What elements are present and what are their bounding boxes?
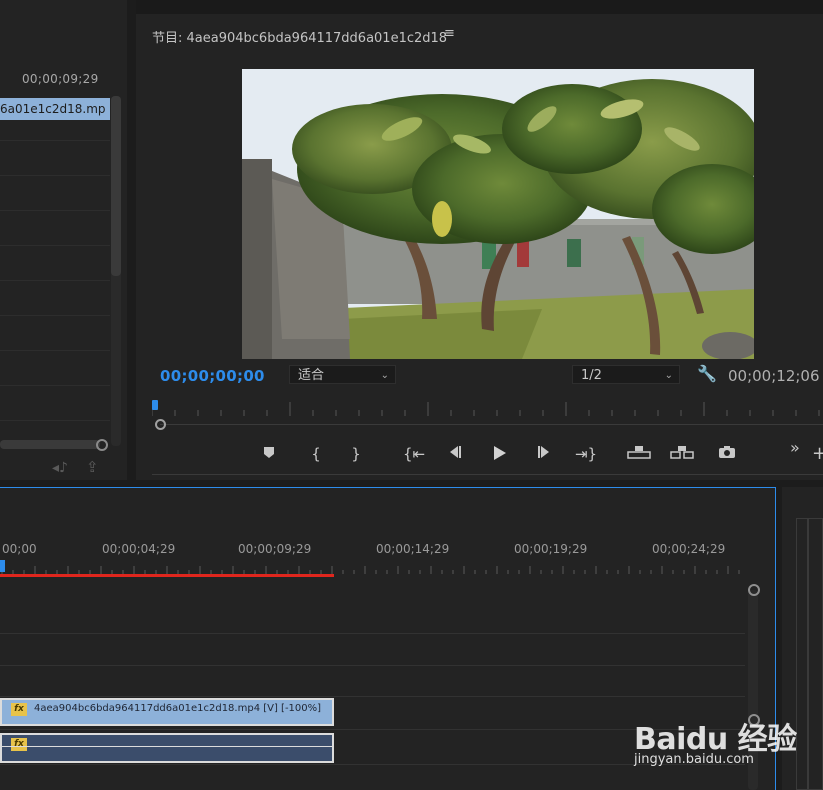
fx-badge: fx — [11, 738, 27, 751]
mark-out-icon[interactable]: } — [346, 445, 366, 463]
timeline-scroll-handle[interactable] — [748, 584, 760, 596]
button-editor-button[interactable]: + — [812, 443, 823, 464]
playback-resolution-value: 1/2 — [581, 368, 602, 383]
video-clip-label: 4aea904bc6bda964117dd6a01e1c2d18.mp4 [V]… — [34, 703, 322, 714]
track-divider — [0, 665, 745, 666]
fit-zoom-dropdown[interactable]: 适合 ⌄ — [289, 365, 396, 384]
program-monitor-title: 节目: 4aea904bc6bda964117dd6a01e1c2d18 — [152, 31, 448, 46]
audio-icon[interactable]: ◂♪ — [52, 460, 68, 476]
extract-icon[interactable] — [670, 445, 694, 463]
render-status-bar — [0, 574, 334, 577]
playback-resolution-dropdown[interactable]: 1/2 ⌄ — [572, 365, 680, 384]
zoom-scroll-handle[interactable] — [155, 419, 166, 430]
source-row-divider — [0, 280, 110, 281]
audio-meter-right — [808, 518, 823, 790]
top-strip — [136, 0, 823, 14]
more-controls-button[interactable]: » — [790, 438, 800, 457]
source-row-divider — [0, 140, 110, 141]
source-row-divider — [0, 420, 110, 421]
chevron-down-icon: ⌄ — [380, 370, 389, 381]
timeline-ruler-label: 00;00;14;29 — [376, 542, 450, 556]
play-icon[interactable] — [489, 445, 509, 465]
source-row-divider — [0, 315, 110, 316]
lift-icon[interactable] — [627, 445, 651, 463]
audio-meter-left — [796, 518, 808, 790]
source-row-divider — [0, 210, 110, 211]
timeline-ruler-label: 00;00;19;29 — [514, 542, 588, 556]
fx-badge: fx — [11, 703, 27, 716]
export-icon[interactable]: ⇪ — [86, 458, 99, 476]
timeline-ruler-label: 00;00;04;29 — [102, 542, 176, 556]
source-scrollbar-thumb[interactable] — [111, 96, 121, 276]
program-playhead[interactable] — [152, 400, 158, 410]
program-time-ruler[interactable] — [152, 400, 823, 418]
baidu-watermark-url: jingyan.baidu.com — [634, 752, 754, 767]
track-divider — [0, 696, 745, 697]
timeline-ruler-label: 00;00 — [2, 542, 37, 556]
source-zoom-handle[interactable] — [96, 439, 108, 451]
video-frame-image — [242, 69, 754, 359]
timeline-playhead[interactable] — [0, 560, 5, 572]
mark-in-icon[interactable]: { — [306, 445, 326, 463]
audio-waveform-line — [2, 746, 332, 747]
timeline-ruler-label: 00;00;09;29 — [238, 542, 312, 556]
source-row-divider — [0, 175, 110, 176]
current-timecode[interactable]: 00;00;00;00 — [160, 367, 265, 385]
track-divider — [0, 633, 745, 634]
video-clip[interactable]: fx 4aea904bc6bda964117dd6a01e1c2d18.mp4 … — [0, 698, 334, 726]
step-back-icon[interactable] — [445, 445, 465, 463]
zoom-scroll-track[interactable] — [160, 424, 823, 425]
source-row-divider — [0, 385, 110, 386]
fit-zoom-value: 适合 — [298, 368, 325, 383]
go-to-in-icon[interactable]: {⇤ — [402, 445, 426, 463]
step-forward-icon[interactable] — [534, 445, 554, 463]
video-preview — [242, 69, 754, 359]
panel-menu-icon[interactable]: ≡ — [444, 26, 455, 41]
source-clip-item[interactable]: 6a01e1c2d18.mp — [0, 98, 110, 120]
settings-wrench-icon[interactable]: 🔧 — [697, 364, 717, 383]
source-row-divider — [0, 245, 110, 246]
source-zoom-bar[interactable] — [0, 440, 100, 449]
controls-divider — [152, 474, 823, 475]
chevron-down-icon: ⌄ — [664, 370, 673, 381]
timeline-ruler-label: 00;00;24;29 — [652, 542, 726, 556]
audio-clip[interactable]: fx — [0, 733, 334, 763]
source-row-divider — [0, 350, 110, 351]
add-marker-icon[interactable] — [259, 445, 279, 463]
go-to-out-icon[interactable]: ⇥} — [574, 445, 598, 463]
source-timecode: 00;00;09;29 — [22, 72, 99, 86]
export-frame-icon[interactable] — [717, 445, 737, 463]
duration-timecode: 00;00;12;06 — [728, 367, 820, 385]
